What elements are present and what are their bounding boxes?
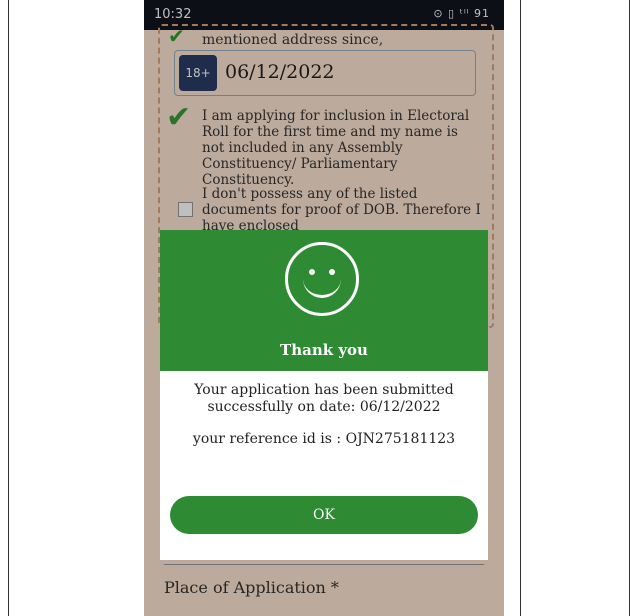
ok-button[interactable]: OK xyxy=(170,496,478,534)
table-border-middle xyxy=(520,0,521,616)
dialog-header: Thank you xyxy=(160,230,488,371)
phone-screen: 10:32 ⊙ ▯ ᵗˡˡ 91 ✔ mentioned address sin… xyxy=(144,0,504,616)
table-border-right xyxy=(629,0,630,616)
success-message: Your application has been submitted succ… xyxy=(194,382,454,415)
smiley-icon xyxy=(285,242,359,316)
reference-id: your reference id is : OJN275181123 xyxy=(192,431,456,447)
table-border-left xyxy=(8,0,9,616)
success-dialog: Thank you Your application has been subm… xyxy=(160,230,488,560)
dialog-title: Thank you xyxy=(280,341,368,359)
